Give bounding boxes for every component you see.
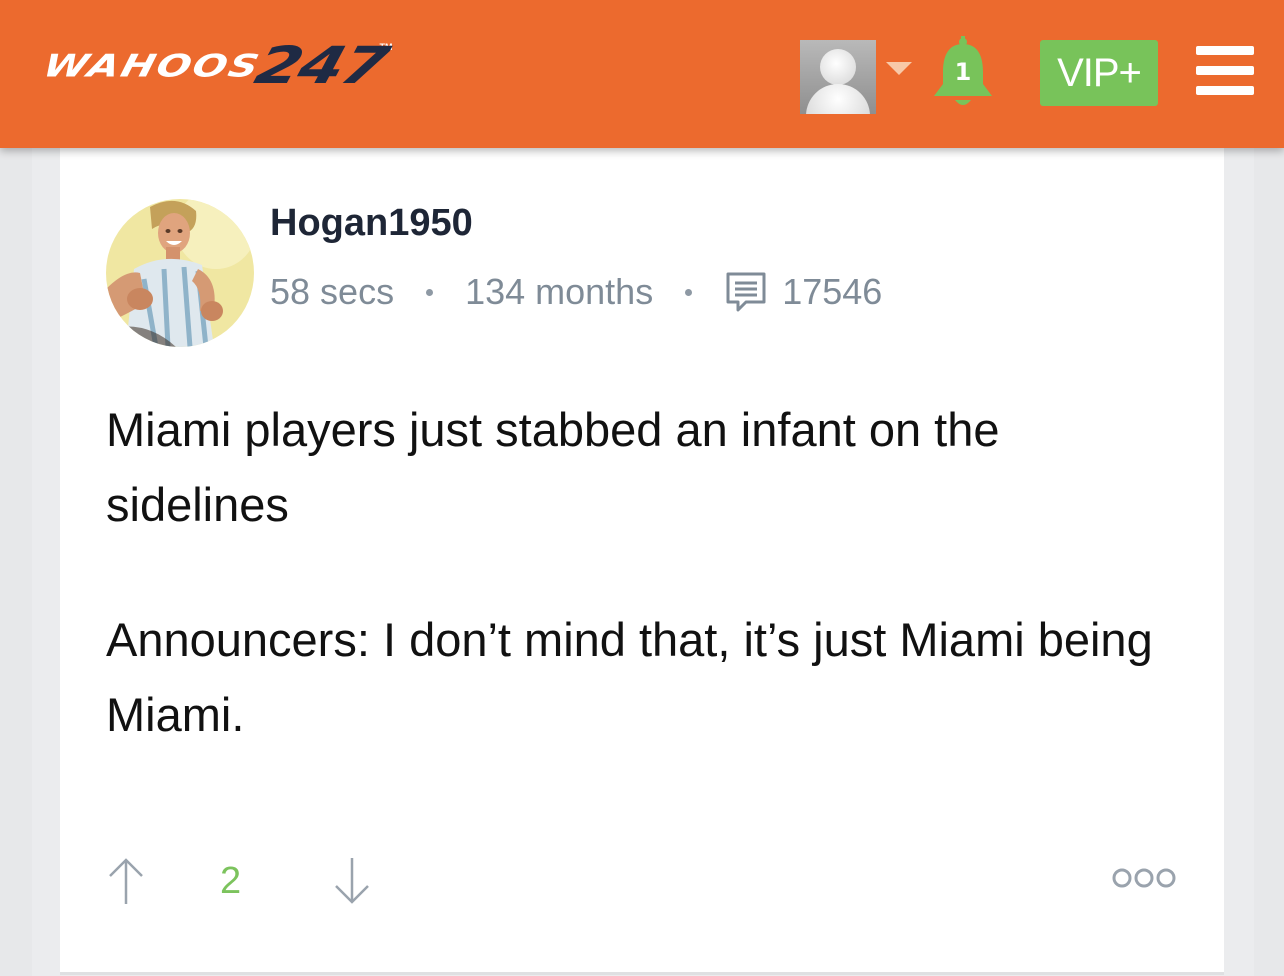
more-options-icon[interactable] <box>1112 866 1176 890</box>
site-logo[interactable]: WAHOOS 247 TM <box>39 36 394 96</box>
notifications-button[interactable]: 1 <box>932 36 994 110</box>
user-avatar-icon[interactable] <box>800 40 876 114</box>
post-count: 17546 <box>782 271 883 312</box>
post-meta: 58 secs 134 months 17546 <box>270 270 882 314</box>
upvote-arrow-icon[interactable] <box>106 856 146 906</box>
avatar-image <box>106 199 254 347</box>
post-card: Hogan1950 58 secs 134 months 17546 Miami… <box>60 148 1224 975</box>
dropdown-caret-icon[interactable] <box>886 62 912 75</box>
post-time[interactable]: 58 secs <box>270 271 394 313</box>
hamburger-menu-icon[interactable] <box>1196 46 1254 96</box>
post-username[interactable]: Hogan1950 <box>270 202 473 245</box>
post-paragraph: Miami players just stabbed an infant on … <box>106 403 1000 531</box>
logo-number: 247 <box>248 36 394 96</box>
vote-score: 2 <box>220 860 242 902</box>
notification-count: 1 <box>954 58 972 86</box>
meta-separator <box>685 288 693 296</box>
poster-avatar[interactable] <box>106 199 254 347</box>
member-duration: 134 months <box>465 271 654 312</box>
vip-button[interactable]: VIP+ <box>1040 40 1158 106</box>
post-body: Miami players just stabbed an infant on … <box>106 392 1166 812</box>
downvote-arrow-icon[interactable] <box>332 856 372 906</box>
meta-separator <box>426 288 434 296</box>
post-paragraph: Announcers: I don’t mind that, it’s just… <box>106 613 1153 741</box>
logo-word: WAHOOS <box>39 48 265 85</box>
message-icon <box>726 272 766 312</box>
site-header: WAHOOS 247 TM 1 VIP+ <box>0 0 1284 148</box>
